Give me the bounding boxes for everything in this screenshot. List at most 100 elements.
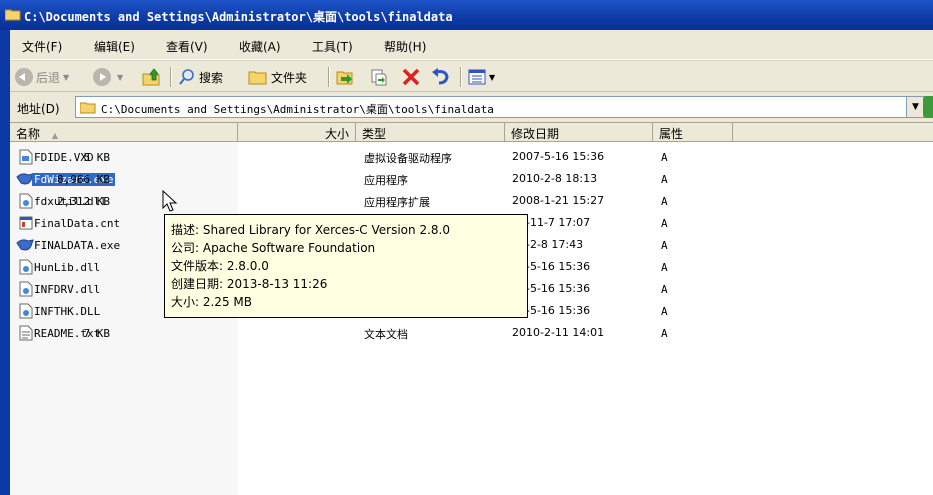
file-modified: 2010-2-11 14:01 (512, 326, 605, 339)
file-modified: 2008-1-21 15:27 (512, 194, 605, 207)
address-bar: 地址(D) C:\Documents and Settings\Administ… (10, 92, 933, 123)
file-row[interactable]: FDIDE.VXD 5 KB 虚拟设备驱动程序 2007-5-16 15:36 … (10, 146, 933, 168)
toolbar-separator (460, 67, 461, 87)
file-row-selected[interactable]: FdWizard.exe 8,966 KB 应用程序 2010-2-8 18:1… (10, 168, 933, 190)
standard-toolbar: 后退 ▼ ▼ 搜索 文件夹 ▼ (10, 60, 933, 92)
menu-favorites[interactable]: 收藏(A) (239, 38, 281, 55)
folder-icon (5, 9, 21, 21)
search-button[interactable]: 搜索 (178, 66, 223, 88)
file-type: 应用程序扩展 (364, 196, 430, 209)
file-attributes: A (661, 239, 668, 252)
forward-button[interactable]: ▼ (93, 66, 123, 88)
go-button[interactable] (923, 96, 933, 118)
file-size: 5 KB (83, 151, 111, 164)
menu-tools[interactable]: 工具(T) (312, 38, 353, 55)
views-button[interactable]: ▼ (468, 66, 495, 88)
tooltip-version: 文件版本: 2.8.0.0 (171, 259, 269, 273)
menu-edit[interactable]: 编辑(E) (94, 38, 135, 55)
file-size: 7 KB (83, 327, 111, 340)
file-name: FINALDATA.exe (34, 239, 121, 252)
file-type: 应用程序 (364, 174, 408, 187)
file-info-tooltip: 描述: Shared Library for Xerces-C Version … (164, 214, 528, 318)
toolbar-separator (328, 67, 329, 87)
undo-button[interactable] (431, 66, 451, 88)
chevron-down-icon: ▼ (117, 72, 124, 82)
file-list[interactable]: FDIDE.VXD 5 KB 虚拟设备驱动程序 2007-5-16 15:36 … (10, 142, 933, 495)
menu-help[interactable]: 帮助(H) (384, 38, 426, 55)
column-header-type[interactable]: 类型 (356, 123, 505, 141)
folders-button[interactable]: 文件夹 (248, 66, 307, 88)
move-to-icon (336, 71, 353, 85)
chevron-down-icon: ▼ (489, 72, 496, 82)
column-modified-label: 修改日期 (511, 127, 560, 141)
file-row[interactable]: fdxutil.dll 2,312 KB 应用程序扩展 2008-1-21 15… (10, 190, 933, 212)
sort-ascending-icon: ▲ (51, 131, 58, 140)
file-size: 2,312 KB (57, 195, 110, 208)
folders-icon (248, 71, 267, 85)
file-attributes: A (661, 327, 668, 340)
help-contents-icon (19, 216, 33, 230)
views-icon (468, 69, 486, 85)
back-button[interactable]: 后退 ▼ (15, 66, 69, 88)
file-name: FinalData.cnt (34, 217, 121, 230)
file-attributes: A (661, 305, 668, 318)
window-title: C:\Documents and Settings\Administrator\… (24, 10, 453, 24)
file-attributes: A (661, 173, 668, 186)
search-icon (179, 69, 194, 85)
back-button-label: 后退 (36, 70, 61, 85)
back-arrow-icon (15, 68, 33, 86)
chevron-down-icon: ▼ (63, 72, 70, 82)
file-name: INFTHK.DLL (34, 305, 101, 318)
file-type: 文本文档 (364, 328, 408, 341)
column-header-name[interactable]: 名称 ▲ (10, 123, 238, 141)
up-folder-icon (142, 68, 160, 86)
menu-file[interactable]: 文件(F) (22, 38, 62, 55)
tooltip-company: 公司: Apache Software Foundation (171, 241, 376, 255)
column-header-modified[interactable]: 修改日期 (505, 123, 653, 141)
menu-bar: 文件(F) 编辑(E) 查看(V) 收藏(A) 工具(T) 帮助(H) (10, 30, 933, 60)
dll-file-icon (19, 193, 33, 209)
copy-to-icon (371, 69, 387, 86)
file-attributes: A (661, 261, 668, 274)
address-dropdown-button[interactable]: ▼ (906, 97, 924, 117)
mouse-pointer-icon (162, 190, 178, 212)
window-left-edge (0, 30, 10, 495)
copy-to-button[interactable] (369, 66, 389, 88)
column-header-attributes[interactable]: 属性 (653, 123, 733, 141)
column-size-label: 大小 (324, 127, 349, 141)
toolbar-separator (170, 67, 171, 87)
column-header-size[interactable]: 大小 (238, 123, 356, 141)
file-row[interactable]: README.txt 7 KB 文本文档 2010-2-11 14:01 A (10, 322, 933, 344)
folders-button-label: 文件夹 (271, 70, 308, 85)
tooltip-description: 描述: Shared Library for Xerces-C Version … (171, 223, 450, 237)
folder-icon (80, 102, 96, 114)
system-file-icon (19, 149, 33, 165)
column-name-label: 名称 (16, 127, 41, 141)
address-input-value[interactable]: C:\Documents and Settings\Administrator\… (101, 101, 494, 117)
search-button-label: 搜索 (199, 70, 224, 85)
address-field[interactable]: C:\Documents and Settings\Administrator\… (75, 96, 925, 118)
column-type-label: 类型 (362, 127, 387, 141)
file-name: INFDRV.dll (34, 283, 101, 296)
file-size: 8,966 KB (57, 173, 110, 186)
chevron-down-icon: ▼ (912, 102, 919, 112)
file-modified: 2007-5-16 15:36 (512, 150, 605, 163)
text-file-icon (19, 325, 33, 341)
file-attributes: A (661, 195, 668, 208)
delete-button[interactable] (401, 66, 421, 88)
title-bar[interactable]: C:\Documents and Settings\Administrator\… (0, 0, 933, 30)
move-to-button[interactable] (335, 66, 355, 88)
menu-view[interactable]: 查看(V) (166, 38, 208, 55)
tooltip-size: 大小: 2.25 MB (171, 295, 252, 309)
dll-file-icon (19, 303, 33, 319)
delete-icon (402, 68, 420, 86)
dll-file-icon (19, 281, 33, 297)
dll-file-icon (19, 259, 33, 275)
file-attributes: A (661, 283, 668, 296)
address-label: 地址(D) (17, 102, 60, 116)
tooltip-created: 创建日期: 2013-8-13 11:26 (171, 277, 328, 291)
column-attributes-label: 属性 (659, 127, 684, 141)
file-modified: 2010-2-8 18:13 (512, 172, 598, 185)
up-folder-button[interactable] (142, 66, 162, 88)
file-type: 虚拟设备驱动程序 (364, 152, 452, 165)
